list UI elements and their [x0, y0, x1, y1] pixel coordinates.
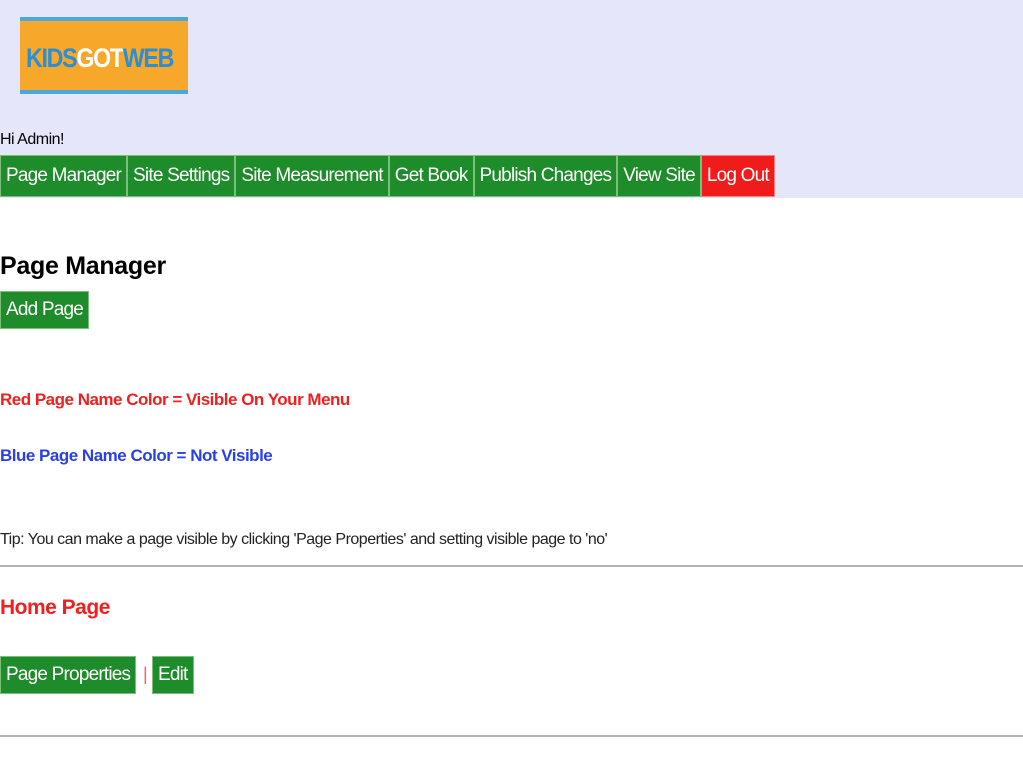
kidsgotweb-logo[interactable]: KIDSGOTWEB	[20, 17, 188, 94]
logo-text: KIDSGOTWEB	[26, 43, 175, 74]
page-title: Page Manager	[0, 252, 166, 280]
add-page-button[interactable]: Add Page	[0, 291, 90, 329]
main-nav: Page Manager Site Settings Site Measurem…	[0, 155, 775, 197]
tip-text: Tip: You can make a page visible by clic…	[0, 531, 608, 548]
logo-text-got: GOT	[76, 43, 124, 73]
header: KIDSGOTWEB Hi Admin! Page Manager Site S…	[0, 0, 1023, 198]
nav-page-manager-button[interactable]: Page Manager	[0, 155, 128, 197]
nav-site-measurement-button[interactable]: Site Measurement	[235, 155, 389, 197]
logo-text-web: WEB	[122, 43, 175, 73]
action-separator: |	[143, 664, 148, 684]
logo-text-kids: KIDS	[26, 43, 78, 73]
nav-log-out-button[interactable]: Log Out	[700, 155, 775, 197]
page-name-home: Home Page	[0, 596, 110, 619]
nav-publish-changes-button[interactable]: Publish Changes	[473, 155, 618, 197]
nav-view-site-button[interactable]: View Site	[617, 155, 701, 197]
divider	[0, 565, 1023, 567]
legend-visible-text: Red Page Name Color = Visible On Your Me…	[0, 390, 350, 409]
nav-site-settings-button[interactable]: Site Settings	[127, 155, 236, 197]
greeting-text: Hi Admin!	[0, 131, 64, 148]
page-properties-button[interactable]: Page Properties	[0, 656, 137, 694]
divider	[0, 735, 1023, 737]
legend-not-visible-text: Blue Page Name Color = Not Visible	[0, 446, 273, 465]
edit-page-button[interactable]: Edit	[152, 656, 194, 694]
nav-get-book-button[interactable]: Get Book	[388, 155, 474, 197]
